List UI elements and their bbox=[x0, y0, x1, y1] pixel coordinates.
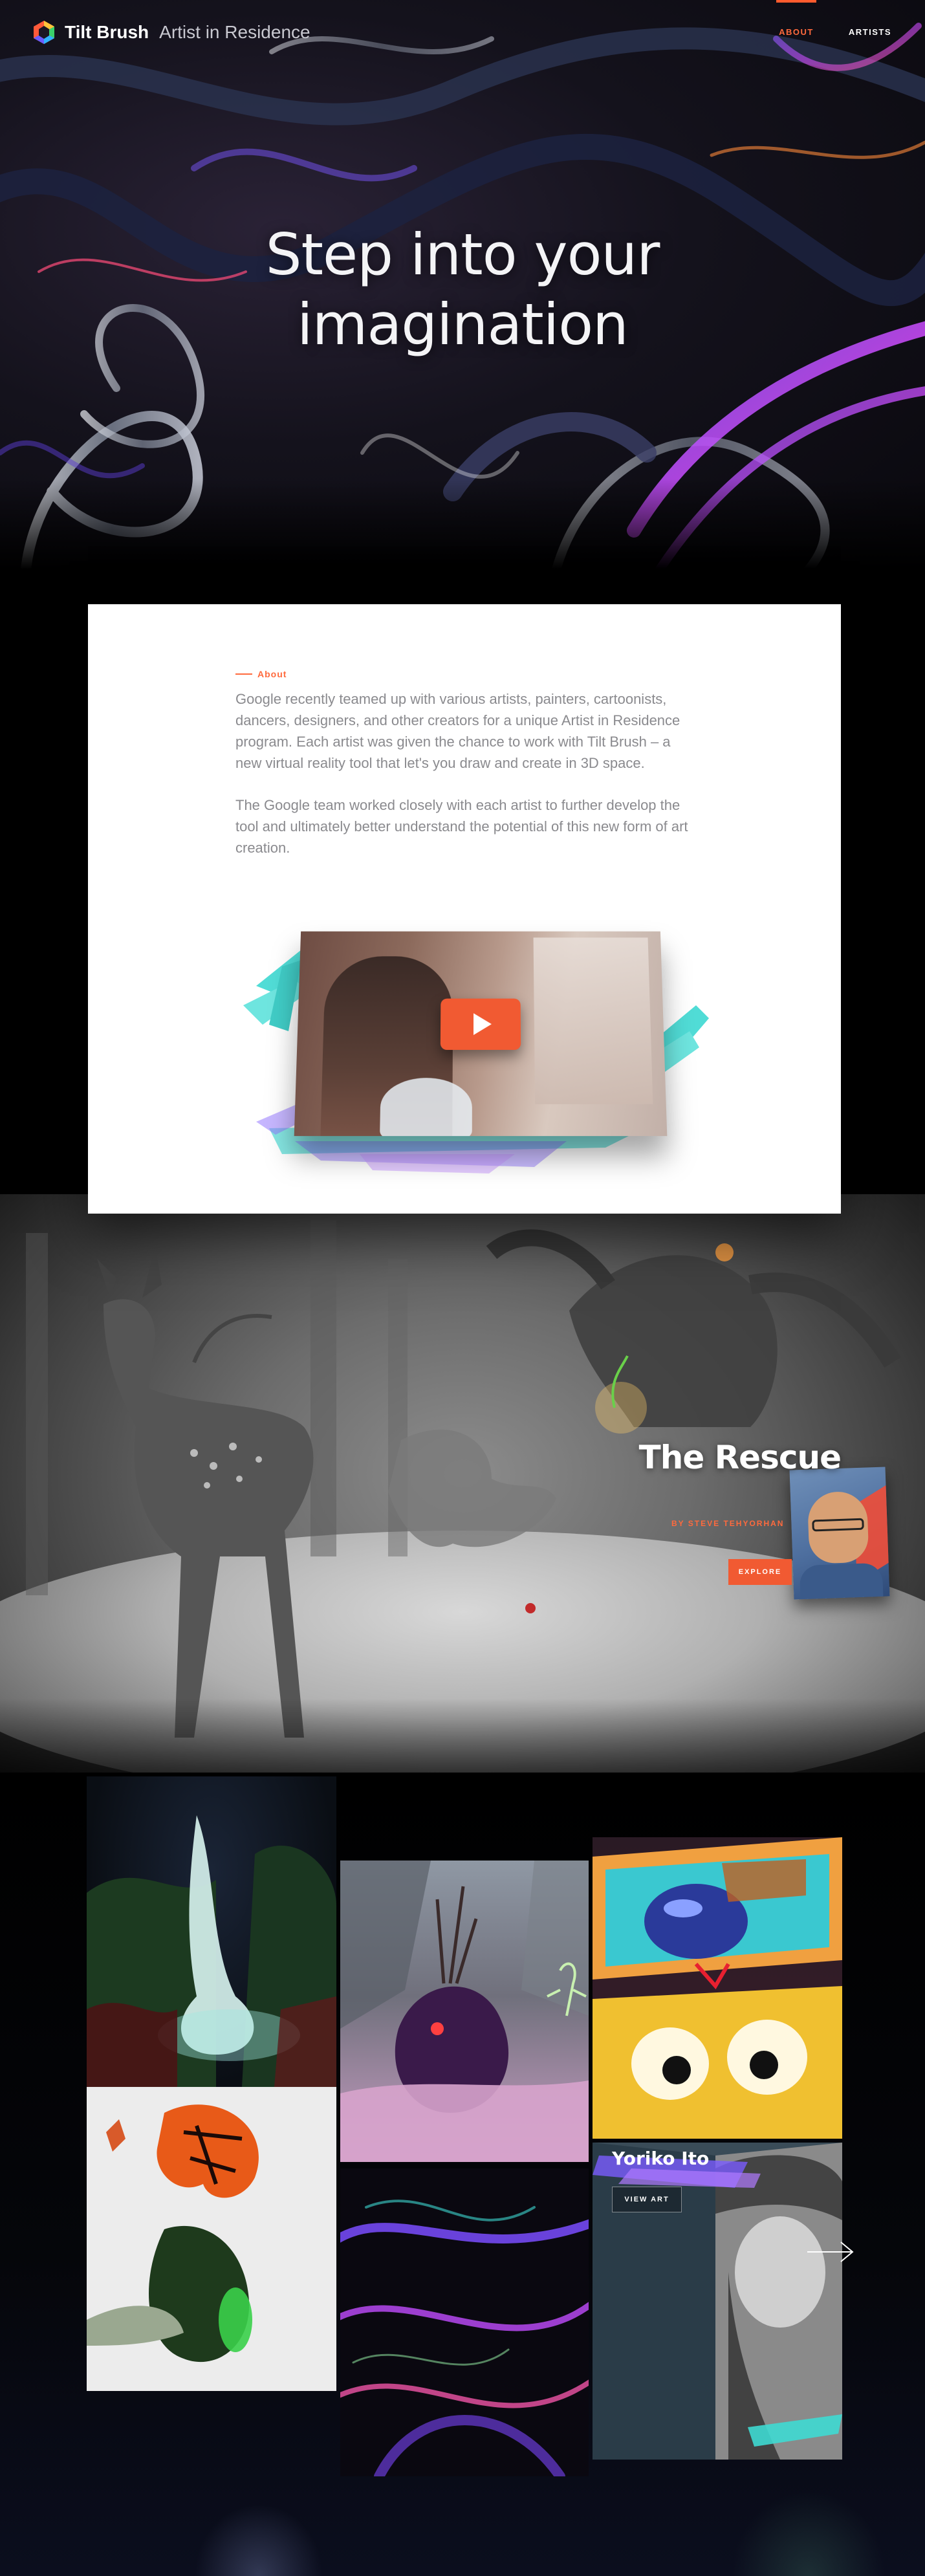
view-art-button[interactable]: VIEW ART bbox=[612, 2187, 682, 2212]
about-paragraph-2: The Google team worked closely with each… bbox=[235, 794, 688, 858]
artist-gallery: Yoriko Ito VIEW ART bbox=[0, 1773, 925, 2576]
brand-name: Tilt Brush bbox=[65, 22, 149, 43]
portrait-shirt bbox=[800, 1563, 884, 1600]
about-label: About bbox=[235, 669, 287, 679]
play-icon bbox=[473, 1013, 492, 1035]
tilt-brush-logo-icon bbox=[31, 19, 57, 45]
featured-byline: BY STEVE TEHYORHAN bbox=[671, 1519, 784, 1528]
video-window bbox=[534, 937, 653, 1104]
arrow-right-icon[interactable] bbox=[805, 2236, 856, 2268]
play-button[interactable] bbox=[441, 999, 521, 1050]
creature-art bbox=[340, 1861, 589, 2162]
video-bowl bbox=[380, 1078, 472, 1136]
nav-artists-link[interactable]: ARTISTS bbox=[849, 27, 891, 37]
about-label-text: About bbox=[257, 669, 287, 679]
gallery-tile-butterfly[interactable] bbox=[87, 2087, 336, 2391]
gallery-tile-ribbons[interactable] bbox=[340, 2168, 589, 2476]
featured-title: The Rescue bbox=[639, 1439, 841, 1476]
about-paragraph-1: Google recently teamed up with various a… bbox=[235, 688, 688, 774]
comic-art bbox=[593, 1837, 842, 2139]
footer-smoke-left bbox=[194, 2504, 323, 2576]
hero-title-line-2: imagination bbox=[0, 290, 925, 360]
hero-fade bbox=[0, 479, 925, 569]
about-label-dash bbox=[235, 673, 252, 675]
hero-title: Step into your imagination bbox=[0, 220, 925, 360]
hero-title-line-1: Step into your bbox=[0, 220, 925, 290]
waterfall-art bbox=[87, 1776, 336, 2087]
explore-button[interactable]: EXPLORE bbox=[728, 1559, 792, 1585]
hero-section: Tilt Brush Artist in Residence ABOUT ART… bbox=[0, 0, 925, 569]
video-player[interactable] bbox=[243, 908, 709, 1180]
gallery-tile-comic[interactable] bbox=[593, 1837, 842, 2139]
video-thumbnail[interactable] bbox=[294, 932, 668, 1136]
gallery-artist-name: Yoriko Ito bbox=[612, 2148, 709, 2169]
gallery-tile-waterfall[interactable] bbox=[87, 1776, 336, 2087]
about-card: About Google recently teamed up with var… bbox=[88, 604, 841, 1214]
footer-smoke-right bbox=[731, 2491, 886, 2576]
about-body: Google recently teamed up with various a… bbox=[235, 688, 688, 858]
nav-about-link[interactable]: ABOUT bbox=[779, 27, 814, 37]
brand-subtitle: Artist in Residence bbox=[159, 22, 310, 43]
featured-artwork-section: The Rescue BY STEVE TEHYORHAN EXPLORE bbox=[0, 1194, 925, 1815]
gallery-tile-creature[interactable] bbox=[340, 1861, 589, 2162]
portrait-glasses bbox=[812, 1518, 864, 1532]
artist-portrait bbox=[790, 1467, 890, 1599]
ribbons-art bbox=[340, 2168, 589, 2476]
top-navigation: Tilt Brush Artist in Residence ABOUT ART… bbox=[0, 0, 925, 62]
site-logo[interactable]: Tilt Brush Artist in Residence bbox=[31, 19, 310, 45]
main-nav: ABOUT ARTISTS bbox=[779, 27, 891, 37]
butterfly-art bbox=[87, 2087, 336, 2391]
